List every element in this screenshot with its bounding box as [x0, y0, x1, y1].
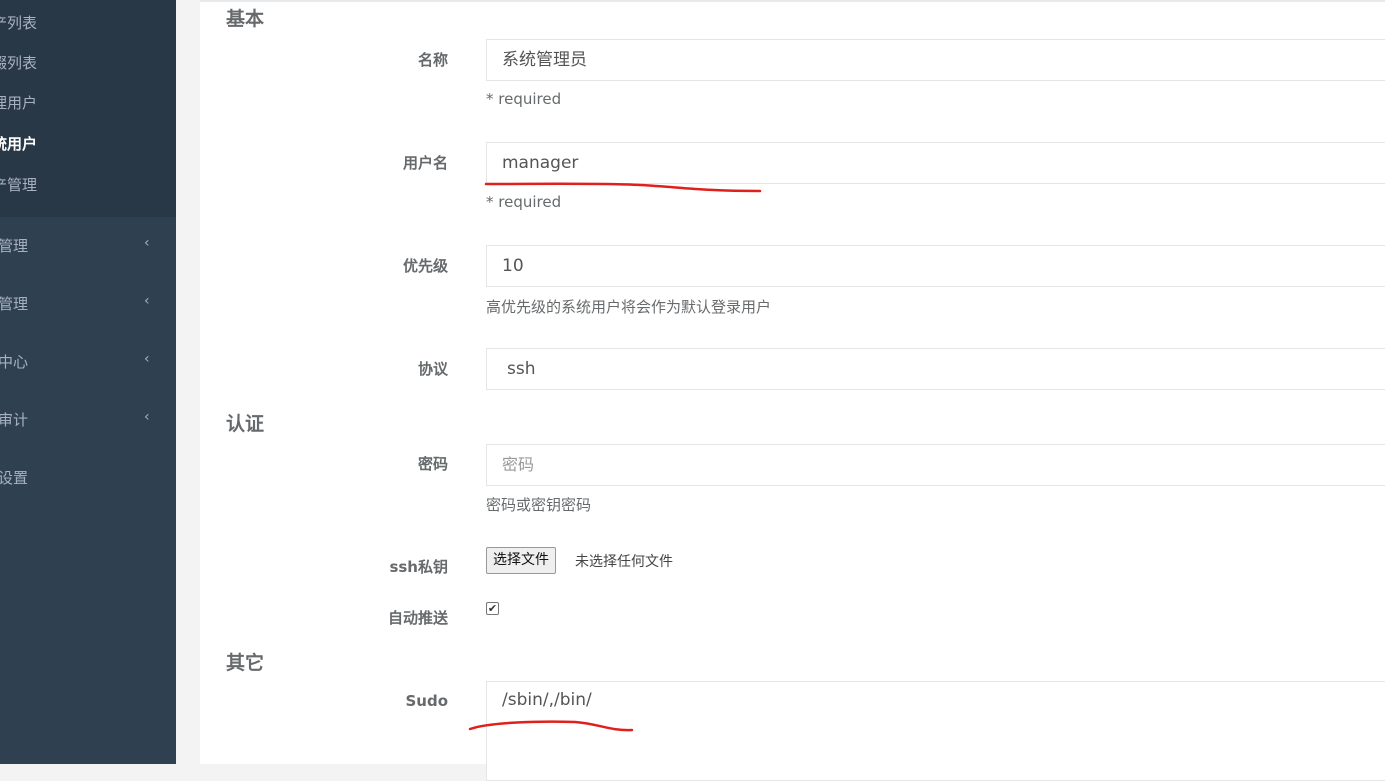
sidebar-item-asset-list[interactable]: 产列表 [0, 11, 37, 35]
sidebar-item-label: 缀列表 [0, 54, 37, 72]
username-label: 用户名 [402, 154, 448, 172]
sidebar-item-system-user[interactable]: 统用户 [0, 132, 37, 156]
sidebar-menu-item-3[interactable]: 中心 [0, 350, 28, 374]
sidebar-item-label: 管理 [0, 295, 28, 313]
sudo-textarea[interactable]: /sbin/,/bin/ [486, 681, 1385, 781]
sidebar-item-label: 设置 [0, 469, 28, 487]
section-title-auth: 认证 [226, 413, 265, 435]
auto-push-checkbox[interactable]: ✔ [486, 602, 499, 615]
chevron-left-icon: ‹ [144, 293, 150, 309]
protocol-label: 协议 [417, 360, 448, 378]
sudo-label: Sudo [405, 692, 448, 710]
priority-help: 高优先级的系统用户将会作为默认登录用户 [486, 298, 772, 316]
name-help: * required [486, 90, 562, 108]
protocol-select[interactable]: ssh [486, 348, 1385, 390]
ssh-key-label: ssh私钥 [389, 558, 448, 576]
sidebar-item-label: 审计 [0, 411, 28, 429]
username-help: * required [486, 193, 562, 211]
choose-file-button[interactable]: 选择文件 [486, 547, 556, 574]
sidebar-item-node-list[interactable]: 缀列表 [0, 51, 37, 75]
auto-push-label: 自动推送 [387, 609, 448, 627]
password-help: 密码或密钥密码 [486, 496, 592, 514]
sidebar-menu-item-2[interactable]: 管理 [0, 292, 28, 316]
name-input[interactable]: 系统管理员 [486, 39, 1385, 81]
password-label: 密码 [417, 455, 448, 473]
sidebar-menu-item-1[interactable]: 管理 [0, 234, 28, 258]
priority-label: 优先级 [402, 257, 448, 275]
sidebar-item-admin-user[interactable]: 理用户 [0, 91, 37, 115]
sidebar-item-asset-manage[interactable]: 产管理 [0, 173, 37, 197]
sidebar-item-label: 统用户 [0, 135, 37, 153]
file-status: 未选择任何文件 [575, 554, 673, 570]
password-input[interactable]: 密码 [486, 444, 1385, 486]
sidebar-item-label: 中心 [0, 353, 28, 371]
sidebar-menu-item-4[interactable]: 审计 [0, 408, 28, 432]
sidebar-menu-item-settings[interactable]: 设置 [0, 466, 28, 490]
chevron-left-icon: ‹ [144, 409, 150, 425]
sidebar-item-label: 管理 [0, 237, 28, 255]
chevron-left-icon: ‹ [144, 351, 150, 367]
section-title-basic: 基本 [226, 8, 265, 30]
form-panel: 基本 名称 系统管理员 * required 用户名 manager * req… [200, 0, 1385, 781]
name-label: 名称 [417, 51, 448, 69]
sidebar-item-label: 产管理 [0, 176, 37, 194]
section-title-other: 其它 [226, 652, 265, 674]
sidebar-item-label: 理用户 [0, 94, 37, 112]
priority-input[interactable]: 10 [486, 245, 1385, 287]
sidebar: 产列表 缀列表 理用户 统用户 产管理 管理 ‹ 管理 ‹ 中心 ‹ 审计 ‹ … [0, 0, 176, 764]
sidebar-item-label: 产列表 [0, 14, 37, 32]
chevron-left-icon: ‹ [144, 235, 150, 251]
username-input[interactable]: manager [486, 142, 1385, 184]
